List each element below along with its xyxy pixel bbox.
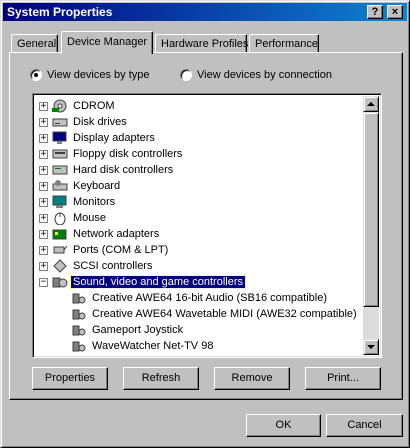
hard-disk-controller-icon bbox=[52, 163, 68, 177]
sound-device-icon bbox=[71, 307, 87, 321]
scsi-icon bbox=[52, 259, 68, 273]
device-label: Keyboard bbox=[73, 180, 121, 192]
title-bar[interactable]: System Properties ? × bbox=[3, 3, 407, 21]
device-label: Disk drives bbox=[73, 116, 127, 128]
device-category[interactable]: + Mouse bbox=[39, 210, 108, 226]
device-label: Monitors bbox=[73, 196, 116, 208]
window-title: System Properties bbox=[7, 5, 113, 19]
device-tree-listbox[interactable]: + CDROM + Disk drives + Display adapters + Flop… bbox=[32, 93, 382, 358]
device-category[interactable]: − Sound, video and game controllers bbox=[39, 274, 246, 290]
ports-icon bbox=[52, 243, 68, 257]
expand-icon[interactable]: + bbox=[39, 197, 48, 207]
system-properties-window: System Properties ? × General Device Man… bbox=[0, 0, 410, 448]
device-item[interactable]: Creative AWE64 16-bit Audio (SB16 compat… bbox=[71, 290, 329, 306]
device-item[interactable]: Gameport Joystick bbox=[71, 322, 185, 338]
device-category[interactable]: + Hard disk controllers bbox=[39, 162, 175, 178]
disk-drive-icon bbox=[52, 115, 68, 129]
refresh-button[interactable]: Refresh bbox=[123, 367, 199, 390]
device-category[interactable]: + Floppy disk controllers bbox=[39, 146, 184, 162]
view-by-connection-label: View devices by connection bbox=[197, 69, 332, 81]
cancel-button[interactable]: Cancel bbox=[326, 414, 403, 437]
device-label: Hard disk controllers bbox=[73, 164, 174, 176]
device-item[interactable]: Creative AWE64 Wavetable MIDI (AWE32 com… bbox=[71, 306, 359, 322]
view-by-type-option[interactable]: View devices by type bbox=[30, 69, 150, 81]
device-category[interactable]: + Monitors bbox=[39, 194, 117, 210]
device-label: Creative AWE64 Wavetable MIDI (AWE32 com… bbox=[92, 308, 357, 320]
ok-button[interactable]: OK bbox=[246, 414, 321, 437]
view-by-connection-option[interactable]: View devices by connection bbox=[180, 69, 332, 81]
expand-icon[interactable]: + bbox=[39, 149, 48, 159]
scroll-down-button[interactable] bbox=[363, 339, 379, 355]
device-category[interactable]: + Keyboard bbox=[39, 178, 122, 194]
view-by-type-radio[interactable] bbox=[30, 69, 42, 81]
keyboard-icon bbox=[52, 179, 68, 193]
expand-icon[interactable]: + bbox=[39, 261, 48, 271]
help-button[interactable]: ? bbox=[367, 5, 383, 19]
remove-button[interactable]: Remove bbox=[214, 367, 290, 390]
view-by-connection-radio[interactable] bbox=[180, 69, 192, 81]
network-adapter-icon bbox=[52, 227, 68, 241]
sound-device-icon bbox=[71, 339, 87, 353]
properties-button[interactable]: Properties bbox=[32, 367, 108, 390]
tab-device-manager[interactable]: Device Manager bbox=[61, 31, 153, 54]
device-category[interactable]: + SCSI controllers bbox=[39, 258, 154, 274]
device-label: WaveWatcher Net-TV 98 bbox=[92, 340, 214, 352]
close-button[interactable]: × bbox=[387, 5, 403, 19]
expand-icon[interactable]: + bbox=[39, 133, 48, 143]
scroll-thumb[interactable] bbox=[363, 112, 379, 307]
scroll-down-arrow-icon bbox=[367, 345, 375, 349]
expand-icon[interactable]: + bbox=[39, 245, 48, 255]
expand-icon[interactable]: + bbox=[39, 229, 48, 239]
vertical-scrollbar[interactable] bbox=[363, 96, 379, 355]
device-label: Gameport Joystick bbox=[92, 324, 184, 336]
display-adapter-icon bbox=[52, 131, 68, 145]
scroll-up-arrow-icon bbox=[367, 102, 375, 106]
device-label: CDROM bbox=[73, 100, 115, 112]
device-label: Network adapters bbox=[73, 228, 160, 240]
device-category[interactable]: + Display adapters bbox=[39, 130, 157, 146]
scroll-up-button[interactable] bbox=[363, 96, 379, 112]
expand-icon[interactable]: + bbox=[39, 181, 48, 191]
device-label: Mouse bbox=[73, 212, 107, 224]
sound-device-icon bbox=[71, 323, 87, 337]
device-category[interactable]: + Ports (COM & LPT) bbox=[39, 242, 170, 258]
device-label: Ports (COM & LPT) bbox=[73, 244, 169, 256]
device-tree[interactable]: + CDROM + Disk drives + Display adapters + Flop… bbox=[35, 96, 363, 355]
print-button[interactable]: Print... bbox=[305, 367, 381, 390]
device-category[interactable]: + Disk drives bbox=[39, 114, 129, 130]
tab-performance[interactable]: Performance bbox=[249, 34, 319, 53]
device-label: Sound, video and game controllers bbox=[70, 275, 246, 289]
collapse-icon[interactable]: − bbox=[39, 277, 48, 287]
device-label: Creative AWE64 16-bit Audio (SB16 compat… bbox=[92, 292, 327, 304]
expand-icon[interactable]: + bbox=[39, 165, 48, 175]
expand-icon[interactable]: + bbox=[39, 117, 48, 127]
monitor-icon bbox=[52, 195, 68, 209]
tab-general[interactable]: General bbox=[11, 34, 58, 53]
sound-device-icon bbox=[71, 291, 87, 305]
device-label: SCSI controllers bbox=[73, 260, 153, 272]
mouse-icon bbox=[52, 211, 68, 225]
device-category[interactable]: + Network adapters bbox=[39, 226, 161, 242]
device-category[interactable]: + CDROM bbox=[39, 98, 117, 114]
tab-hardware-profiles[interactable]: Hardware Profiles bbox=[155, 34, 248, 53]
cdrom-icon bbox=[52, 99, 68, 113]
device-manager-panel: View devices by type View devices by con… bbox=[9, 52, 403, 400]
expand-icon[interactable]: + bbox=[39, 101, 48, 111]
device-item[interactable]: WaveWatcher Net-TV 98 bbox=[71, 338, 215, 354]
device-category[interactable]: +System devices bbox=[39, 354, 152, 355]
device-label: Floppy disk controllers bbox=[73, 148, 183, 160]
view-by-type-label: View devices by type bbox=[47, 69, 150, 81]
sound-video-icon bbox=[52, 275, 68, 289]
expand-icon[interactable]: + bbox=[39, 213, 48, 223]
device-label: Display adapters bbox=[73, 132, 155, 144]
floppy-controller-icon bbox=[52, 147, 68, 161]
